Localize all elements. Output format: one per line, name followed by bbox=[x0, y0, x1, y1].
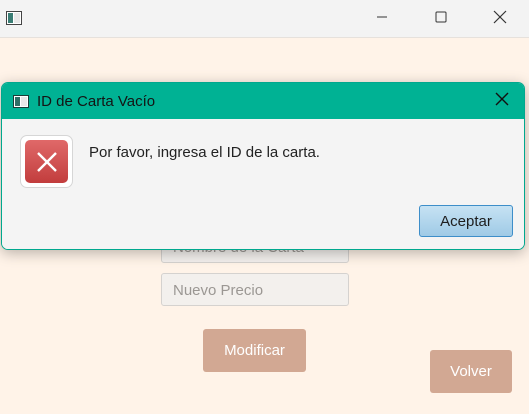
alert-dialog: ID de Carta Vacío Por favor, ingresa el … bbox=[1, 82, 525, 250]
window-close-button[interactable] bbox=[477, 0, 523, 38]
minimize-icon bbox=[376, 10, 388, 28]
dialog-titlebar: ID de Carta Vacío bbox=[2, 83, 524, 119]
error-icon-frame bbox=[20, 135, 73, 188]
maximize-button[interactable] bbox=[418, 0, 464, 38]
close-icon bbox=[495, 92, 509, 111]
dialog-close-button[interactable] bbox=[488, 88, 516, 114]
dialog-body: Por favor, ingresa el ID de la carta. Ac… bbox=[2, 119, 524, 249]
window-icon bbox=[6, 11, 22, 25]
minimize-button[interactable] bbox=[359, 0, 405, 38]
maximize-icon bbox=[435, 10, 447, 28]
window-icon bbox=[13, 95, 29, 108]
accept-button[interactable]: Aceptar bbox=[419, 205, 513, 237]
new-price-field[interactable]: Nuevo Precio bbox=[161, 273, 349, 306]
main-titlebar bbox=[0, 0, 529, 38]
back-button[interactable]: Volver bbox=[430, 350, 512, 393]
dialog-title: ID de Carta Vacío bbox=[37, 93, 156, 110]
dialog-message: Por favor, ingresa el ID de la carta. bbox=[89, 144, 320, 161]
error-icon bbox=[25, 140, 68, 183]
modify-button[interactable]: Modificar bbox=[203, 329, 306, 372]
close-icon bbox=[493, 10, 507, 29]
